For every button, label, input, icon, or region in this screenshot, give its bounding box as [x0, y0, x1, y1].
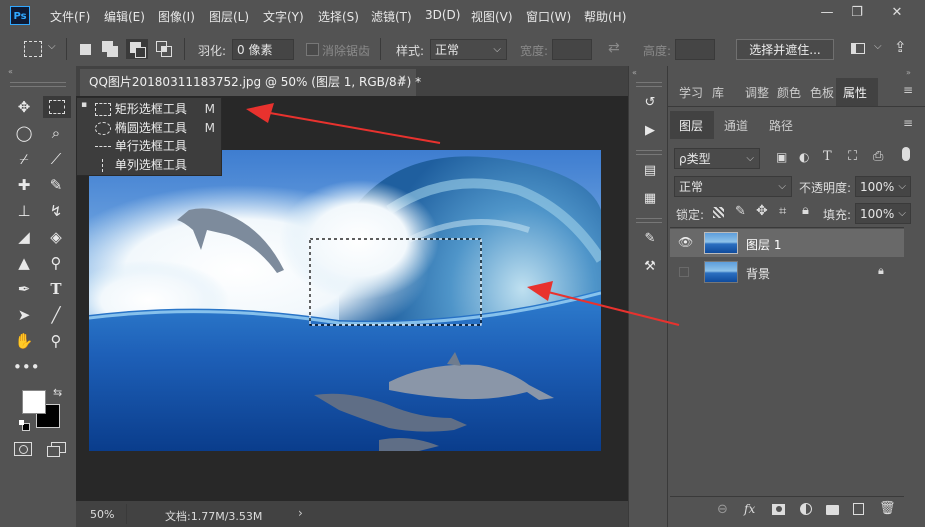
annotation-arrow-line [547, 291, 680, 326]
annotation-arrowhead [527, 281, 553, 301]
annotation-arrowhead [246, 103, 274, 123]
annotation-arrow-line [269, 112, 441, 144]
annotation-arrows [246, 103, 680, 326]
